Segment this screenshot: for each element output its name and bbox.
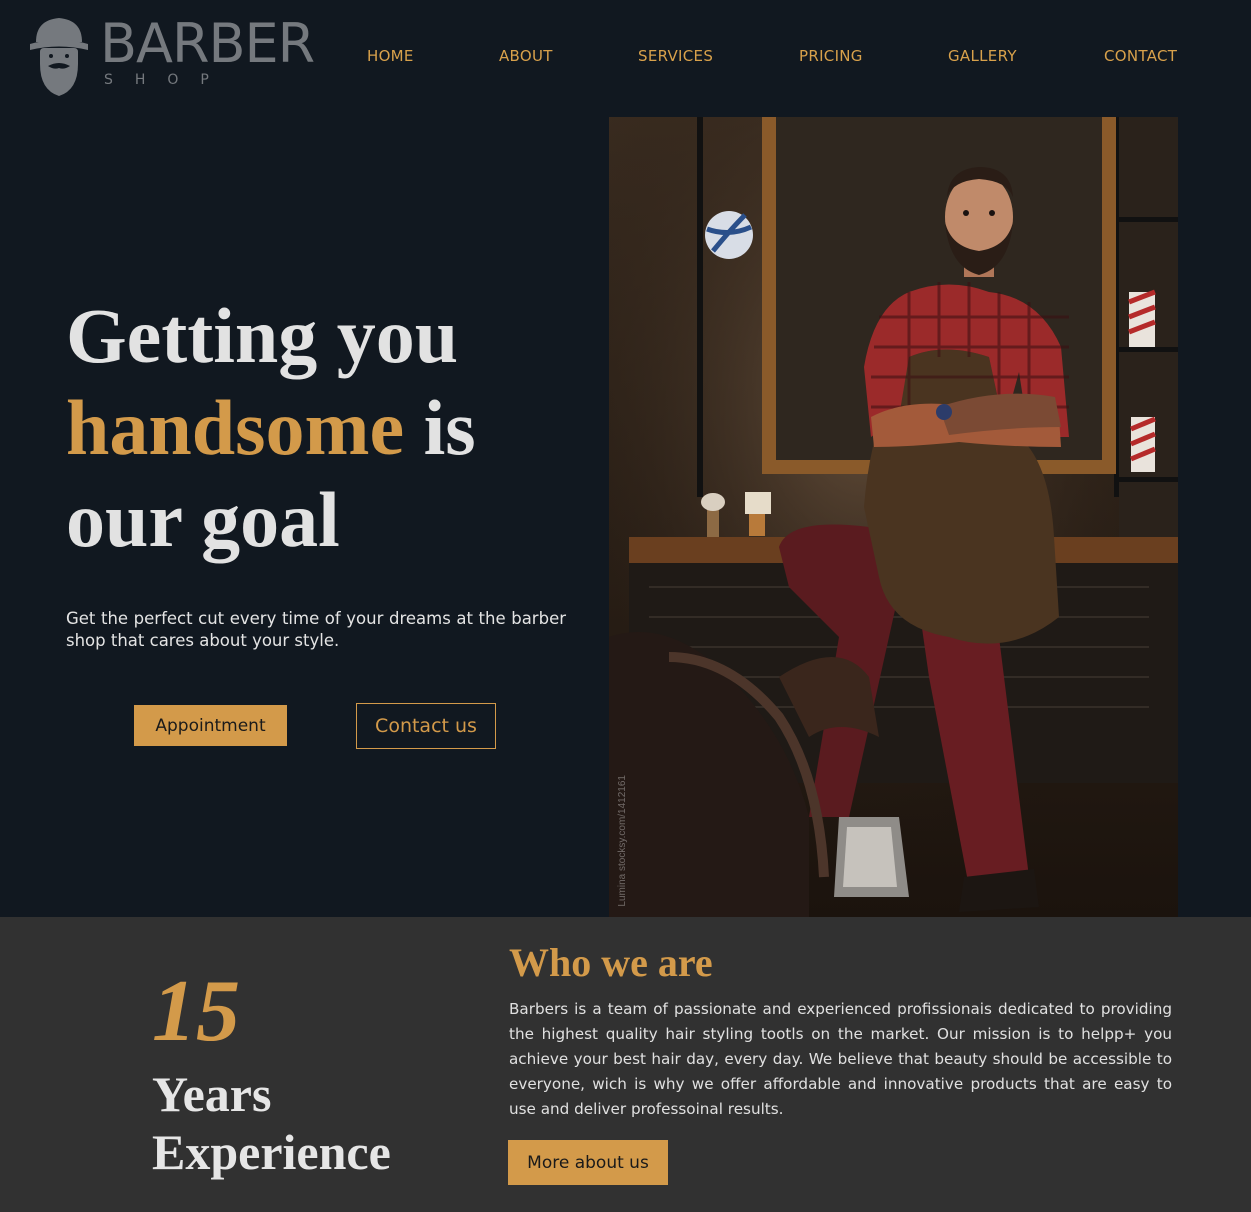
nav-gallery[interactable]: GALLERY — [948, 47, 1017, 65]
appointment-button[interactable]: Appointment — [134, 705, 287, 746]
nav-pricing[interactable]: PRICING — [799, 47, 863, 65]
nav-contact[interactable]: CONTACT — [1104, 47, 1177, 65]
who-we-are-text: Barbers is a team of passionate and expe… — [509, 1000, 1172, 1118]
main-nav: HOME ABOUT SERVICES PRICING GALLERY CONT… — [0, 47, 1251, 69]
nav-home[interactable]: HOME — [367, 47, 414, 65]
hero-subtitle: Get the perfect cut every time of your d… — [66, 609, 566, 650]
photo-credit: Lumina stocksy.com/1412161 — [617, 775, 628, 907]
hero-title: Getting you handsome is our goal — [66, 290, 586, 566]
barber-illustration — [609, 117, 1178, 917]
hero-title-is: is — [423, 384, 476, 471]
years-label: Years Experience — [152, 1066, 391, 1180]
hero-title-highlight: handsome — [66, 384, 405, 471]
hero-title-line1: Getting you — [66, 292, 459, 379]
site-header: BARBER SHOP HOME ABOUT SERVICES PRICING … — [0, 0, 1251, 110]
nav-about[interactable]: ABOUT — [499, 47, 553, 65]
hero-title-line3: our goal — [66, 476, 340, 563]
brand-subtitle: SHOP — [104, 72, 231, 88]
who-we-are-title: Who we are — [509, 940, 713, 985]
about-section: 15 Years Experience Who we are Barbers i… — [0, 917, 1251, 1212]
hero-barber-photo: Lumina stocksy.com/1412161 — [609, 117, 1178, 917]
more-about-us-button[interactable]: More about us — [508, 1140, 668, 1185]
years-number: 15 — [152, 963, 240, 1060]
contact-us-button[interactable]: Contact us — [356, 703, 496, 749]
nav-services[interactable]: SERVICES — [638, 47, 713, 65]
